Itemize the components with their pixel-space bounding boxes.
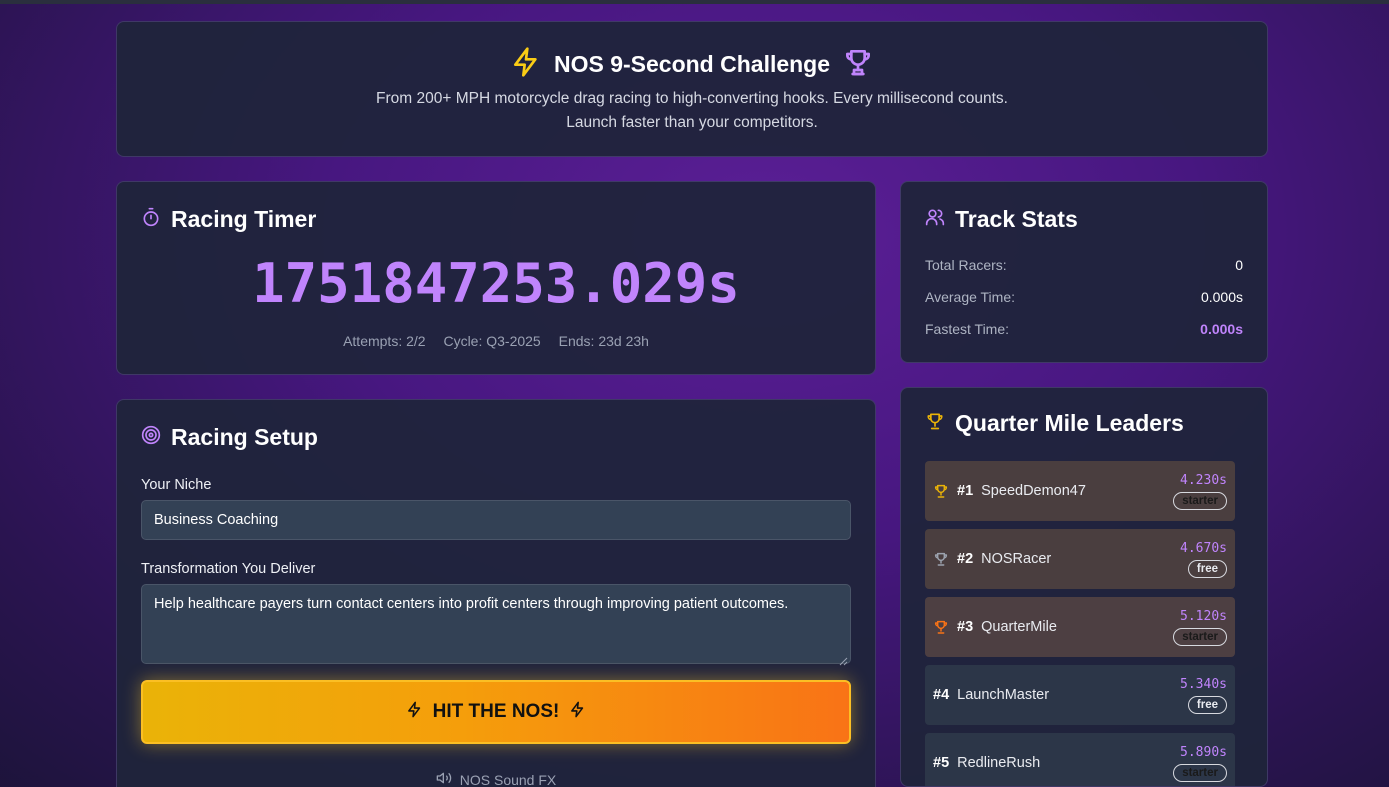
window-top-edge [0, 0, 1389, 4]
challenge-header: NOS 9-Second Challenge From 200+ MPH mot… [116, 21, 1268, 157]
silver-trophy-icon [933, 551, 949, 567]
transformation-label: Transformation You Deliver [141, 561, 316, 577]
racing-setup-title: Racing Setup [171, 424, 318, 450]
leaderboard-header: Quarter Mile Leaders [925, 410, 1184, 437]
leaderboard-row[interactable]: #1 SpeedDemon47 4.230s starter [925, 461, 1235, 521]
users-icon [925, 207, 945, 232]
transformation-text: Help healthcare payers turn contact cent… [154, 596, 789, 612]
bronze-trophy-icon [933, 619, 949, 635]
timer-display: 1751847253.029s [252, 252, 740, 315]
stat-value: 0 [1235, 257, 1243, 273]
racing-setup-header: Racing Setup [141, 424, 318, 451]
leader-rank: #3 [957, 619, 974, 635]
hit-the-nos-button[interactable]: HIT THE NOS! [141, 680, 851, 744]
stat-value: 0.000s [1200, 321, 1243, 337]
racing-timer-card: Racing Timer 1751847253.029s Attempts: 2… [116, 181, 876, 375]
sound-fx-label: NOS Sound FX [459, 771, 557, 787]
leader-rank: #4 [933, 687, 950, 703]
leader-name: NOSRacer [981, 551, 1052, 567]
gold-trophy-icon [933, 483, 949, 499]
challenge-subtitle-line2: Launch faster than your competitors. [566, 114, 818, 131]
leaderboard-title: Quarter Mile Leaders [955, 410, 1184, 436]
tier-badge: free [1187, 559, 1227, 578]
leaderboard-row[interactable]: #4 LaunchMaster 5.340s free [925, 665, 1235, 725]
leader-name: RedlineRush [957, 755, 1041, 771]
leader-rank: #5 [933, 755, 950, 771]
lightning-icon [406, 701, 423, 724]
leader-rank: #1 [957, 483, 974, 499]
track-stats-title: Track Stats [955, 206, 1078, 232]
leader-name: SpeedDemon47 [981, 483, 1086, 499]
leaderboard-row[interactable]: #5 RedlineRush 5.890s starter [925, 733, 1235, 786]
trophy-icon [925, 411, 945, 436]
racing-timer-title: Racing Timer [171, 206, 317, 232]
transformation-textarea[interactable]: Help healthcare payers turn contact cent… [141, 584, 851, 666]
leader-name: QuarterMile [981, 619, 1057, 635]
tier-badge: starter [1173, 627, 1227, 646]
niche-label: Your Niche [141, 477, 212, 493]
track-stats-header: Track Stats [925, 206, 1078, 233]
stat-row-total-racers: Total Racers: 0 [925, 257, 1243, 273]
leaderboard-row[interactable]: #2 NOSRacer 4.670s free [925, 529, 1235, 589]
resize-grip-icon[interactable] [839, 652, 848, 666]
leader-time: 4.230s [1180, 472, 1227, 488]
stopwatch-icon [141, 207, 161, 232]
leaderboard-card: Quarter Mile Leaders #1 SpeedDemon47 4.2… [900, 387, 1268, 787]
leader-rank: #2 [957, 551, 974, 567]
leader-time: 5.120s [1180, 608, 1227, 624]
challenge-title: NOS 9-Second Challenge [553, 51, 831, 77]
niche-input[interactable]: Business Coaching [141, 500, 851, 540]
tier-badge: free [1187, 695, 1227, 714]
timer-meta: Attempts: 2/2 Cycle: Q3-2025 Ends: 23d 2… [117, 333, 875, 349]
leaderboard-row[interactable]: #3 QuarterMile 5.120s starter [925, 597, 1235, 657]
challenge-title-row: NOS 9-Second Challenge [117, 46, 1267, 83]
trophy-icon [842, 46, 874, 83]
speaker-icon [436, 770, 452, 787]
attempts-count: Attempts: 2/2 [343, 333, 426, 349]
racing-setup-card: Racing Setup Your Niche Business Coachin… [116, 399, 876, 787]
lightning-icon [510, 46, 542, 83]
tier-badge: starter [1173, 763, 1227, 782]
stat-value: 0.000s [1200, 289, 1243, 305]
leader-time: 5.340s [1180, 676, 1227, 692]
track-stats-card: Track Stats Total Racers: 0 Average Time… [900, 181, 1268, 363]
leader-time: 5.890s [1180, 744, 1227, 760]
target-icon [141, 425, 161, 450]
challenge-subtitle-line1: From 200+ MPH motorcycle drag racing to … [376, 90, 1008, 107]
hit-the-nos-label: HIT THE NOS! [432, 701, 560, 722]
stat-row-fastest-time: Fastest Time: 0.000s [925, 321, 1243, 337]
stat-row-average-time: Average Time: 0.000s [925, 289, 1243, 305]
stat-label: Average Time: [925, 289, 1016, 305]
leader-time: 4.670s [1180, 540, 1227, 556]
stat-label: Fastest Time: [925, 321, 1010, 337]
lightning-icon [569, 701, 586, 724]
leader-name: LaunchMaster [957, 687, 1050, 703]
tier-badge: starter [1173, 491, 1227, 510]
cycle-label: Cycle: Q3-2025 [443, 333, 541, 349]
sound-fx-toggle[interactable]: NOS Sound FX [117, 770, 875, 787]
ends-countdown: Ends: 23d 23h [558, 333, 649, 349]
stat-label: Total Racers: [925, 257, 1007, 273]
racing-timer-header: Racing Timer [141, 206, 316, 233]
